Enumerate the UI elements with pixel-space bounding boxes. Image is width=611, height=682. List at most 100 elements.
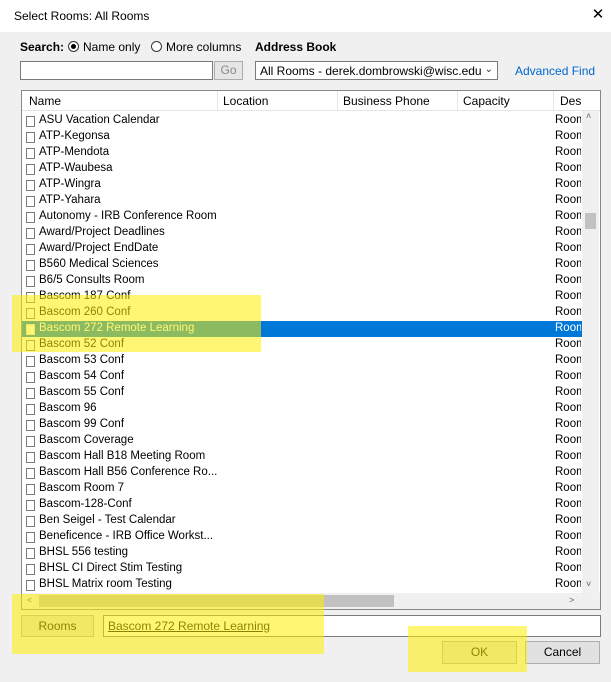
scroll-left-icon[interactable]: < xyxy=(27,595,32,605)
room-name: Award/Project Deadlines xyxy=(39,226,165,238)
address-book-value: All Rooms - derek.dombrowski@wisc.edu xyxy=(260,64,482,78)
table-row[interactable]: ATP-Mendota Room xyxy=(22,145,582,161)
vertical-scrollbar[interactable]: ˄ ˅ xyxy=(582,111,599,593)
table-row[interactable]: Bascom 55 Conf Room xyxy=(22,385,582,401)
room-name: Bascom Hall B56 Conference Ro... xyxy=(39,466,218,478)
room-document-icon xyxy=(26,260,35,271)
radio-name-only-label[interactable]: Name only xyxy=(83,40,140,54)
room-document-icon xyxy=(26,452,35,463)
scroll-down-icon[interactable]: ˅ xyxy=(586,579,591,589)
column-header: Name Location Business Phone Capacity De… xyxy=(22,91,600,111)
table-row[interactable]: Award/Project Deadlines Room xyxy=(22,225,582,241)
address-book-select[interactable]: All Rooms - derek.dombrowski@wisc.edu ⌄ xyxy=(255,61,498,80)
column-name[interactable]: Name xyxy=(29,94,61,108)
column-description[interactable]: Descrip xyxy=(560,94,582,108)
column-divider[interactable] xyxy=(217,91,218,110)
table-row[interactable]: ATP-Yahara Room xyxy=(22,193,582,209)
room-name: Bascom 99 Conf xyxy=(39,418,125,430)
table-row[interactable]: ASU Vacation Calendar Room xyxy=(22,113,582,129)
room-document-icon xyxy=(26,196,35,207)
room-description: Room xyxy=(555,194,581,206)
column-business-phone[interactable]: Business Phone xyxy=(343,94,430,108)
room-name: Award/Project EndDate xyxy=(39,242,159,254)
table-row[interactable]: BHSL Matrix room Testing Room xyxy=(22,577,582,593)
advanced-find-link[interactable]: Advanced Find xyxy=(515,64,595,78)
rooms-field-value[interactable]: Bascom 272 Remote Learning xyxy=(108,619,270,633)
column-capacity[interactable]: Capacity xyxy=(463,94,510,108)
table-row[interactable]: Bascom-128-Conf Room xyxy=(22,497,582,513)
room-description: Room xyxy=(555,498,581,510)
table-row[interactable]: Bascom 260 Conf Room xyxy=(22,305,582,321)
room-description: Room xyxy=(555,306,581,318)
rooms-button[interactable]: Rooms xyxy=(21,615,94,637)
room-description: Room xyxy=(555,482,581,494)
table-row[interactable]: ATP-Wingra Room xyxy=(22,177,582,193)
column-divider[interactable] xyxy=(337,91,338,110)
radio-more-columns[interactable] xyxy=(151,41,162,52)
close-icon[interactable]: ✕ xyxy=(588,6,608,24)
table-row[interactable]: Bascom Coverage Room xyxy=(22,433,582,449)
room-description: Room xyxy=(555,402,581,414)
room-description: Room xyxy=(555,530,581,542)
radio-more-columns-label[interactable]: More columns xyxy=(166,40,241,54)
table-row[interactable]: Bascom 187 Conf Room xyxy=(22,289,582,305)
room-description: Room xyxy=(555,162,581,174)
room-name: B6/5 Consults Room xyxy=(39,274,145,286)
table-row[interactable]: Award/Project EndDate Room xyxy=(22,241,582,257)
column-location[interactable]: Location xyxy=(223,94,268,108)
room-document-icon xyxy=(26,324,35,335)
title-bar: Select Rooms: All Rooms ✕ xyxy=(0,0,611,32)
column-divider[interactable] xyxy=(553,91,554,110)
search-input[interactable] xyxy=(20,61,213,80)
room-description: Room xyxy=(555,354,581,366)
horizontal-scrollbar[interactable]: < > xyxy=(22,593,600,609)
scroll-right-icon[interactable]: > xyxy=(569,595,574,605)
go-button[interactable]: Go xyxy=(214,61,243,80)
room-document-icon xyxy=(26,132,35,143)
room-document-icon xyxy=(26,580,35,591)
room-description: Room xyxy=(555,322,581,334)
vertical-scroll-thumb[interactable] xyxy=(585,213,596,229)
rooms-field[interactable]: Bascom 272 Remote Learning xyxy=(103,615,601,637)
horizontal-scroll-thumb[interactable] xyxy=(39,595,394,607)
scroll-up-icon[interactable]: ˄ xyxy=(586,111,591,121)
cancel-button[interactable]: Cancel xyxy=(525,641,600,664)
ok-button[interactable]: OK xyxy=(442,641,517,664)
table-row[interactable]: ATP-Waubesa Room xyxy=(22,161,582,177)
table-row[interactable]: Ben Seigel - Test Calendar Room xyxy=(22,513,582,529)
table-row[interactable]: Autonomy - IRB Conference Room Room xyxy=(22,209,582,225)
room-document-icon xyxy=(26,228,35,239)
rooms-list[interactable]: Name Location Business Phone Capacity De… xyxy=(21,90,601,610)
table-row[interactable]: BHSL CI Direct Stim Testing Room xyxy=(22,561,582,577)
room-description: Room xyxy=(555,130,581,142)
room-description: Room xyxy=(555,386,581,398)
room-document-icon xyxy=(26,244,35,255)
table-row[interactable]: B6/5 Consults Room Room xyxy=(22,273,582,289)
room-name: BHSL Matrix room Testing xyxy=(39,578,172,590)
table-row[interactable]: Bascom 54 Conf Room xyxy=(22,369,582,385)
table-row[interactable]: Beneficence - IRB Office Workst... Room xyxy=(22,529,582,545)
table-row[interactable]: Bascom 52 Conf Room xyxy=(22,337,582,353)
table-row[interactable]: Bascom 99 Conf Room xyxy=(22,417,582,433)
room-description: Room xyxy=(555,146,581,158)
room-document-icon xyxy=(26,372,35,383)
table-row[interactable]: Bascom 53 Conf Room xyxy=(22,353,582,369)
table-row[interactable]: Bascom Hall B18 Meeting Room Room xyxy=(22,449,582,465)
room-document-icon xyxy=(26,116,35,127)
room-name: Bascom Room 7 xyxy=(39,482,125,494)
room-document-icon xyxy=(26,404,35,415)
table-row[interactable]: BHSL 556 testing Room xyxy=(22,545,582,561)
chevron-down-icon[interactable]: ⌄ xyxy=(485,64,493,75)
room-document-icon xyxy=(26,532,35,543)
room-description: Room xyxy=(555,258,581,270)
table-row[interactable]: Bascom Hall B56 Conference Ro... Room xyxy=(22,465,582,481)
table-row[interactable]: B560 Medical Sciences Room xyxy=(22,257,582,273)
table-row-selected[interactable]: Bascom 272 Remote Learning Room xyxy=(22,321,582,337)
radio-name-only[interactable] xyxy=(68,41,79,52)
table-row[interactable]: Bascom 96 Room xyxy=(22,401,582,417)
room-document-icon xyxy=(26,468,35,479)
table-row[interactable]: ATP-Kegonsa Room xyxy=(22,129,582,145)
room-description: Room xyxy=(555,226,581,238)
column-divider[interactable] xyxy=(457,91,458,110)
table-row[interactable]: Bascom Room 7 Room xyxy=(22,481,582,497)
